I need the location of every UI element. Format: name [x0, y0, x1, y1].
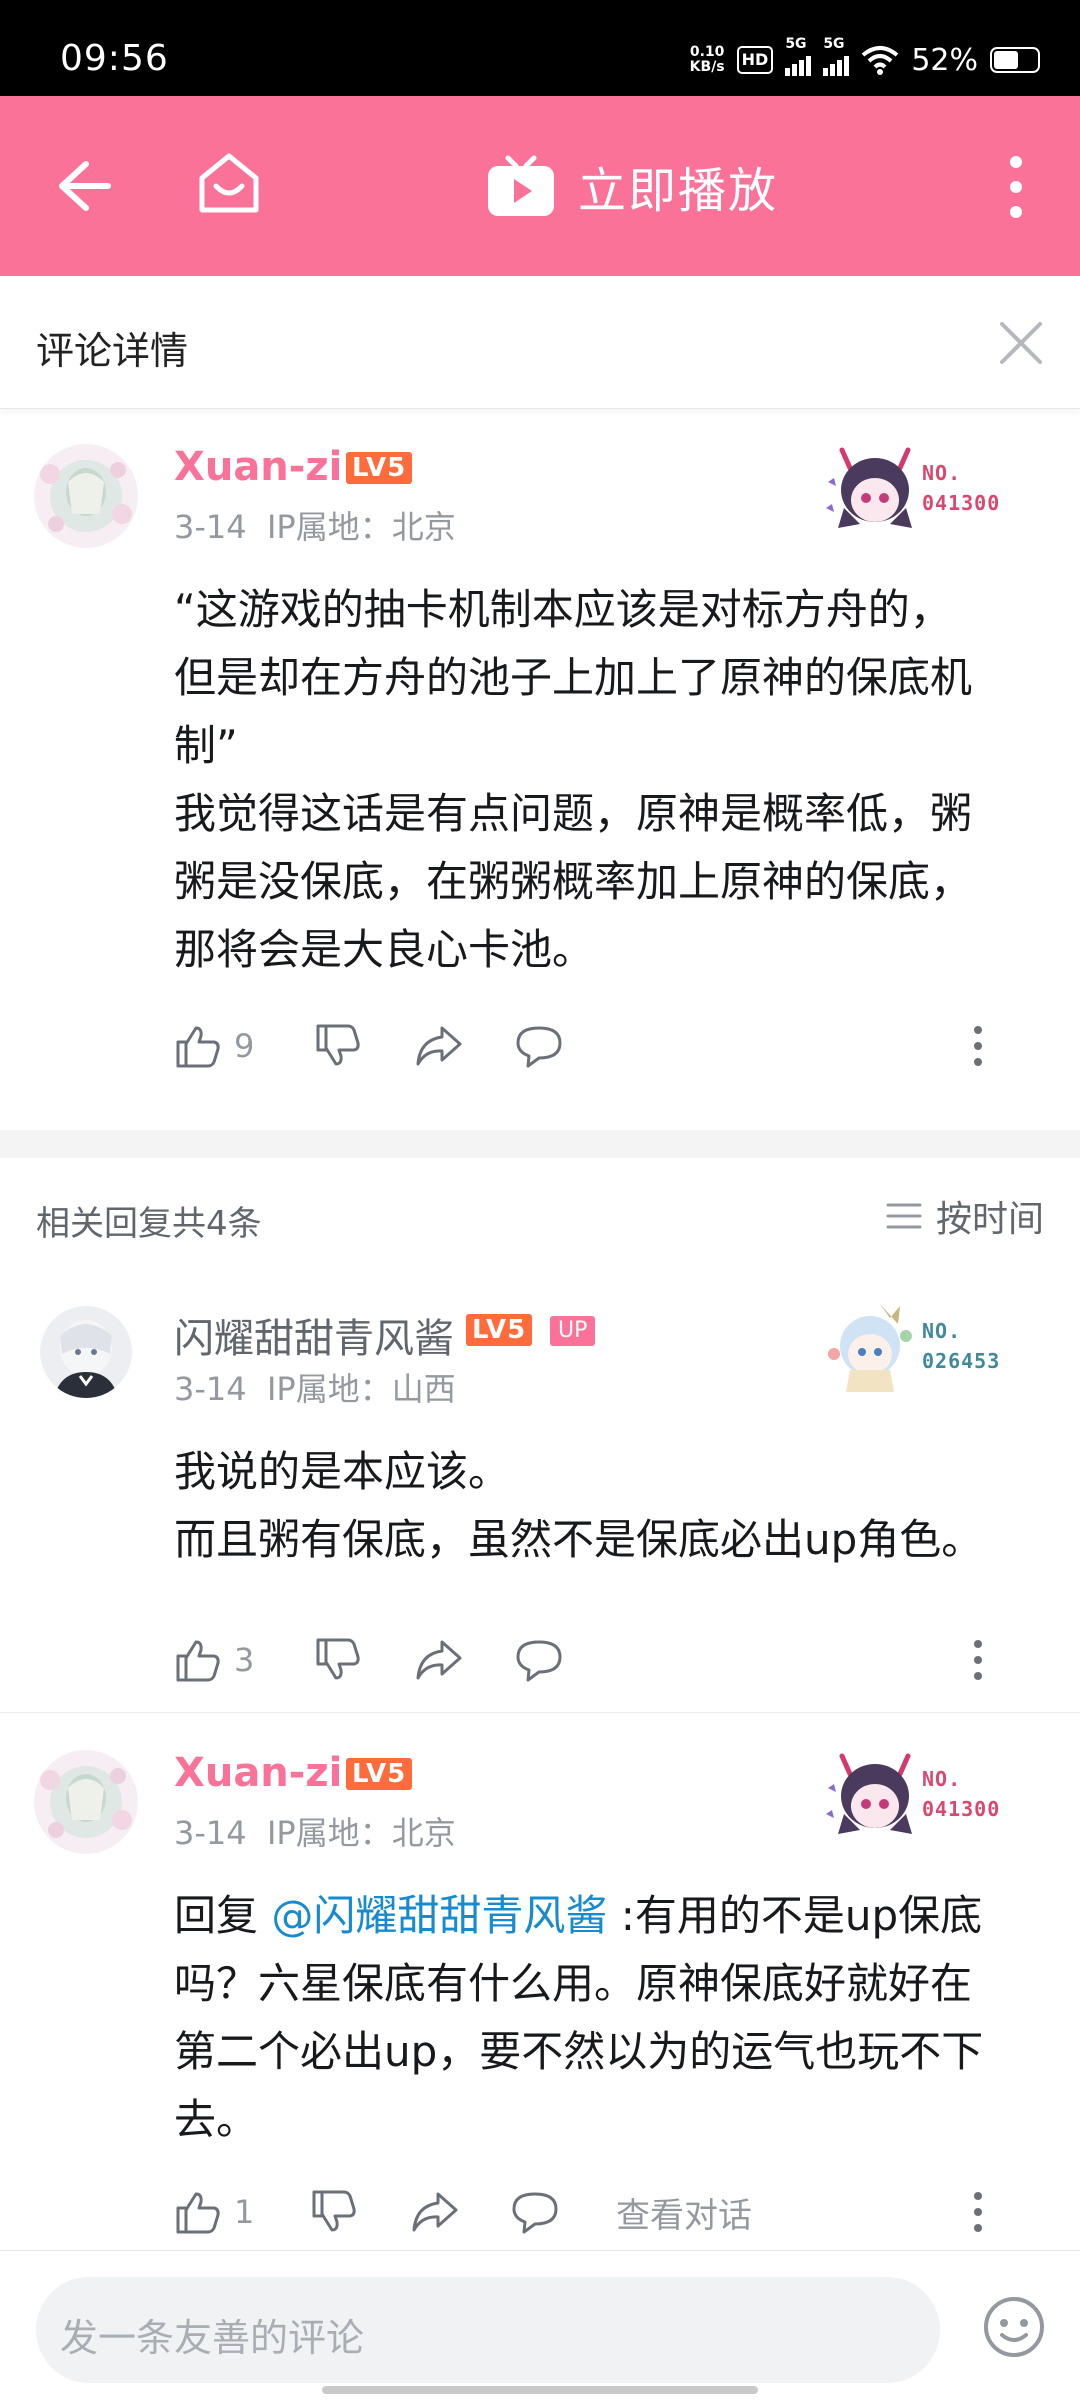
sort-by-time-button[interactable]: 按时间 [886, 1190, 1044, 1242]
share-icon [412, 2192, 458, 2232]
share-icon [416, 1026, 462, 1066]
page-title: 评论详情 [36, 329, 189, 373]
avatar[interactable] [34, 1750, 138, 1854]
dislike-button[interactable] [314, 1630, 362, 1690]
signal-icon-2: 5G [823, 36, 850, 76]
like-count: 1 [234, 2193, 255, 2231]
comment-more-button[interactable] [972, 2182, 984, 2242]
comment-detail-header: 评论详情 [0, 276, 1080, 409]
reply-button[interactable] [514, 1630, 564, 1690]
share-icon [416, 1640, 462, 1680]
home-icon[interactable] [194, 148, 264, 218]
play-now-label: 立即播放 [578, 163, 779, 219]
more-vertical-icon [974, 1640, 982, 1680]
username[interactable]: Xuan-zi [174, 444, 342, 490]
emoji-icon[interactable] [982, 2295, 1046, 2359]
dislike-button[interactable] [314, 1016, 362, 1076]
comment-input[interactable]: 发一条友善的评论 [36, 2277, 940, 2383]
comment-more-button[interactable] [972, 1016, 984, 1076]
fan-badge-character-icon [826, 447, 912, 528]
like-count: 3 [234, 1641, 255, 1679]
fan-badge[interactable]: NO. 041300 [820, 1744, 1020, 1854]
level-badge: LV5 [466, 1314, 533, 1346]
more-vertical-icon [974, 2192, 982, 2232]
view-conversation-button[interactable]: 查看对话 [616, 2182, 752, 2242]
level-badge: LV5 [346, 452, 413, 484]
comment-meta: 3-14 IP属地：北京 [174, 508, 456, 546]
section-divider [0, 1130, 1080, 1158]
comment-content: “这游戏的抽卡机制本应该是对标方舟的， 但是却在方舟的池子上加上了原神的保底机 … [174, 585, 973, 974]
hd-voice-icon: HD [736, 46, 774, 74]
thumbs-up-icon [176, 2192, 220, 2234]
share-button[interactable] [414, 1016, 464, 1076]
battery-icon [990, 47, 1040, 73]
username[interactable]: 闪耀甜甜青风酱 [174, 1306, 454, 1364]
reply-button[interactable] [514, 1016, 564, 1076]
replies-header: 相关回复共4条 按时间 [0, 1160, 1080, 1270]
comment-meta: 3-14 IP属地：山西 [174, 1370, 456, 1408]
play-now-button[interactable]: 立即播放 [486, 144, 778, 228]
more-vertical-icon[interactable] [1008, 154, 1024, 220]
comment-bubble-icon [516, 1640, 562, 1682]
signal-icon: 5G [785, 36, 812, 76]
thumbs-up-icon [176, 1640, 220, 1682]
share-button[interactable] [414, 1630, 464, 1690]
home-indicator[interactable] [322, 2386, 758, 2394]
reply-item: Xuan-zi LV5 3-14 IP属地：北京 NO. 041300 回复 @… [0, 1714, 1080, 2250]
network-speed: 0.10 KB/s [689, 44, 725, 75]
like-button[interactable]: 3 [174, 1630, 254, 1690]
fan-badge-character-icon [826, 1753, 912, 1834]
like-button[interactable]: 9 [174, 1016, 254, 1076]
wifi-icon [862, 46, 899, 75]
share-button[interactable] [410, 2182, 460, 2242]
thumbs-down-icon [312, 2190, 356, 2232]
back-arrow-icon[interactable] [52, 152, 116, 220]
comment-actions: 1 查看对话 [174, 2182, 1034, 2242]
fan-badge-character-icon [828, 1304, 912, 1392]
fan-badge[interactable]: NO. 041300 [820, 438, 1020, 548]
level-badge: LV5 [346, 1758, 413, 1790]
close-icon[interactable] [998, 320, 1044, 366]
battery-percent: 52% [911, 42, 978, 78]
reply-divider [0, 1712, 1080, 1713]
dislike-button[interactable] [310, 2182, 358, 2242]
sort-lines-icon [886, 1203, 922, 1229]
avatar[interactable] [34, 444, 138, 548]
reply-item: 闪耀甜甜青风酱 LV5 UP 3-14 IP属地：山西 NO. 026453 我… [0, 1270, 1080, 1710]
main-comment: Xuan-zi LV5 3-14 IP属地：北京 NO. 041300 “这游戏… [0, 408, 1080, 1128]
like-count: 9 [234, 1027, 255, 1065]
fan-badge[interactable]: NO. 026453 [820, 1296, 1020, 1406]
comment-more-button[interactable] [972, 1630, 984, 1690]
avatar[interactable] [40, 1306, 132, 1398]
mention-link[interactable]: @闪耀甜甜青风酱 [271, 1891, 607, 1940]
comment-bubble-icon [512, 2192, 558, 2234]
comment-input-bar: 发一条友善的评论 [0, 2250, 1080, 2401]
comment-bubble-icon [516, 1026, 562, 1068]
up-badge: UP [550, 1316, 596, 1346]
status-bar: 09:56 0.10 KB/s HD 5G 5G 52% [0, 0, 1080, 96]
thumbs-down-icon [316, 1638, 360, 1680]
username[interactable]: Xuan-zi [174, 1750, 342, 1796]
comment-actions: 9 [174, 1016, 1034, 1076]
thumbs-up-icon [176, 1026, 220, 1068]
comment-actions: 3 [174, 1630, 1034, 1690]
reply-count: 相关回复共4条 [36, 1204, 262, 1244]
comment-content: 回复 @闪耀甜甜青风酱 :有用的不是up保底 吗？六星保底有什么用。原神保底好就… [174, 1891, 984, 2144]
comment-content: 我说的是本应该。 而且粥有保底，虽然不是保底必出up角色。 [174, 1447, 984, 1564]
reply-button[interactable] [510, 2182, 560, 2242]
comment-input-placeholder: 发一条友善的评论 [60, 2316, 365, 2360]
comment-meta: 3-14 IP属地：北京 [174, 1814, 456, 1852]
more-vertical-icon [974, 1026, 982, 1066]
status-time: 09:56 [60, 38, 169, 79]
like-button[interactable]: 1 [174, 2182, 254, 2242]
top-app-bar: 立即播放 [0, 96, 1080, 276]
tv-play-icon [488, 155, 554, 216]
status-indicators: 0.10 KB/s HD 5G 5G 52% [689, 36, 1040, 80]
thumbs-down-icon [316, 1024, 360, 1066]
